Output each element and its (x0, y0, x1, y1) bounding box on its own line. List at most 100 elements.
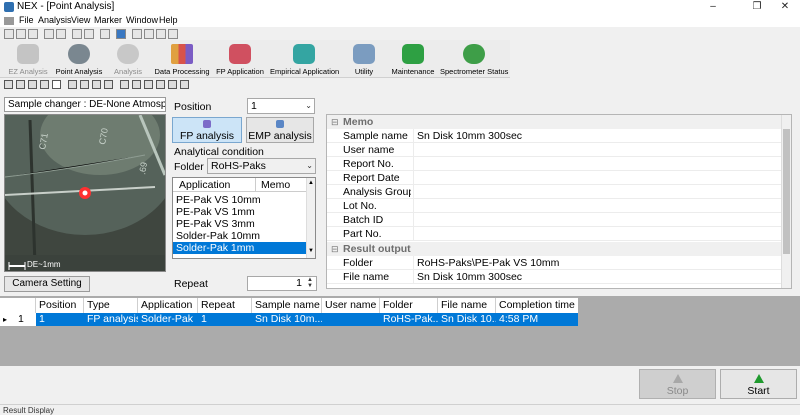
save-icon[interactable] (28, 29, 38, 39)
utility-button[interactable]: Utility (344, 40, 384, 78)
move-down-icon[interactable] (80, 80, 89, 89)
restore-button[interactable]: ❐ (744, 0, 770, 14)
result-display-tab[interactable]: Result Display (3, 406, 54, 415)
property-row[interactable]: Part No. (327, 227, 783, 241)
property-row[interactable]: Report No. (327, 157, 783, 171)
fp-analysis-button[interactable]: FP analysis (172, 117, 242, 143)
table-cell[interactable]: Sn Disk 10... (438, 313, 501, 326)
property-row[interactable]: File name Sn Disk 10mm 300sec (327, 270, 783, 284)
help-icon[interactable] (116, 29, 126, 39)
export-icon[interactable] (144, 29, 154, 39)
scrollbar-thumb[interactable] (783, 129, 790, 254)
spectrometer-status-button[interactable]: Spectrometer Status (440, 40, 508, 78)
layout-icon[interactable] (132, 29, 142, 39)
camera-setting-button[interactable]: Camera Setting (4, 276, 90, 292)
property-row[interactable]: Folder RoHS-Paks\PE-Pak VS 10mm (327, 256, 783, 270)
print-preview-icon[interactable] (56, 29, 66, 39)
layout-grid-icon[interactable] (144, 80, 153, 89)
analysis-button[interactable]: Analysis (108, 40, 148, 78)
memo-column-header[interactable]: Memo (261, 179, 290, 191)
fp-application-button[interactable]: FP Application (214, 40, 266, 78)
result-output-category[interactable]: ⊟ Result output (327, 242, 783, 256)
table-row[interactable]: ▸ 1 1 FP analysis Solder-Pak 1 Sn Disk 1… (0, 313, 578, 326)
grid-icon[interactable] (16, 80, 25, 89)
menu-analysis[interactable]: Analysis (38, 15, 72, 25)
property-row[interactable]: Batch ID (327, 213, 783, 227)
application-list[interactable]: Application Memo PE-Pak VS 10mm PE-Pak V… (172, 177, 316, 259)
table-cell[interactable]: 1 (36, 313, 84, 326)
move-left-icon[interactable] (92, 80, 101, 89)
check-icon[interactable] (52, 80, 61, 89)
distribute-icon[interactable] (132, 80, 141, 89)
menu-window[interactable]: Window (126, 15, 158, 25)
document-icon[interactable] (84, 29, 94, 39)
point-analysis-button[interactable]: Point Analysis (54, 40, 104, 78)
data-processing-button[interactable]: Data Processing (154, 40, 210, 78)
copy-icon[interactable] (156, 29, 166, 39)
align-icon[interactable] (120, 80, 129, 89)
empirical-application-button[interactable]: Empirical Application (270, 40, 339, 78)
scroll-down-icon[interactable]: ▼ (308, 248, 314, 254)
column-header[interactable]: Completion time (496, 298, 578, 313)
column-header[interactable]: File name (438, 298, 496, 313)
column-header[interactable]: Type (84, 298, 138, 313)
menu-help[interactable]: Help (159, 15, 178, 25)
menu-view[interactable]: View (71, 15, 90, 25)
list-item[interactable]: PE-Pak VS 1mm (173, 206, 307, 218)
folder-icon[interactable] (72, 29, 82, 39)
column-header[interactable]: Application (138, 298, 198, 313)
list-item[interactable]: Solder-Pak 10mm (173, 230, 307, 242)
column-header[interactable]: Repeat (198, 298, 252, 313)
new-icon[interactable] (4, 29, 14, 39)
column-header[interactable]: Sample name (252, 298, 322, 313)
table-cell[interactable]: Sn Disk 10m... (252, 313, 323, 326)
repeat-stepper[interactable]: 1 ▲ ▼ (247, 276, 317, 291)
folder-select[interactable]: RoHS-Paks ⌄ (207, 158, 316, 174)
split-icon[interactable] (156, 80, 165, 89)
table-cell[interactable]: RoHS-Pak... (380, 313, 441, 326)
stop-button[interactable]: Stop (639, 369, 716, 399)
table-cell[interactable]: 4:58 PM (496, 313, 578, 326)
add-icon[interactable] (4, 80, 13, 89)
property-row[interactable]: Report Date (327, 171, 783, 185)
open-icon[interactable] (16, 29, 26, 39)
camera-view[interactable]: C71 C70 .69 DE~1mm (4, 114, 166, 272)
column-header[interactable]: User name (322, 298, 380, 313)
property-scrollbar[interactable] (781, 115, 791, 288)
list-item[interactable]: PE-Pak VS 10mm (173, 194, 307, 206)
table-cell[interactable]: FP analysis (84, 313, 141, 326)
property-row[interactable]: Sample name Sn Disk 10mm 300sec (327, 129, 783, 143)
start-button[interactable]: Start (720, 369, 797, 399)
merge-icon[interactable] (168, 80, 177, 89)
table-icon[interactable] (40, 80, 49, 89)
menu-file[interactable]: File (19, 15, 34, 25)
list-item-selected[interactable]: Solder-Pak 1mm (173, 242, 307, 254)
list-item[interactable]: PE-Pak VS 3mm (173, 218, 307, 230)
collapse-icon[interactable]: ⊟ (331, 242, 339, 256)
close-button[interactable]: ✕ (772, 0, 798, 14)
system-menu-icon[interactable] (4, 17, 14, 25)
table-cell[interactable] (322, 313, 380, 326)
property-row[interactable]: User name (327, 143, 783, 157)
zoom-icon[interactable] (100, 29, 110, 39)
table-cell[interactable]: 1 (198, 313, 252, 326)
scroll-up-icon[interactable]: ▲ (308, 180, 314, 186)
minimize-button[interactable]: – (700, 0, 726, 14)
list-scrollbar[interactable]: ▲ ▼ (306, 178, 315, 258)
emp-analysis-button[interactable]: EMP analysis (246, 117, 314, 143)
column-header[interactable]: Position (36, 298, 84, 313)
property-row[interactable]: Lot No. (327, 199, 783, 213)
print-icon[interactable] (44, 29, 54, 39)
application-column-header[interactable]: Application (179, 179, 230, 191)
arrange-icon[interactable] (180, 80, 189, 89)
move-right-icon[interactable] (104, 80, 113, 89)
table-cell[interactable]: Solder-Pak (138, 313, 198, 326)
ez-analysis-button[interactable]: EZ Analysis (4, 40, 52, 78)
maintenance-button[interactable]: Maintenance (390, 40, 436, 78)
column-header[interactable]: Folder (380, 298, 438, 313)
position-select[interactable]: 1 ⌄ (247, 98, 315, 114)
move-up-icon[interactable] (68, 80, 77, 89)
window-icon[interactable] (168, 29, 178, 39)
memo-category[interactable]: ⊟ Memo (327, 115, 783, 129)
menu-marker[interactable]: Marker (94, 15, 122, 25)
